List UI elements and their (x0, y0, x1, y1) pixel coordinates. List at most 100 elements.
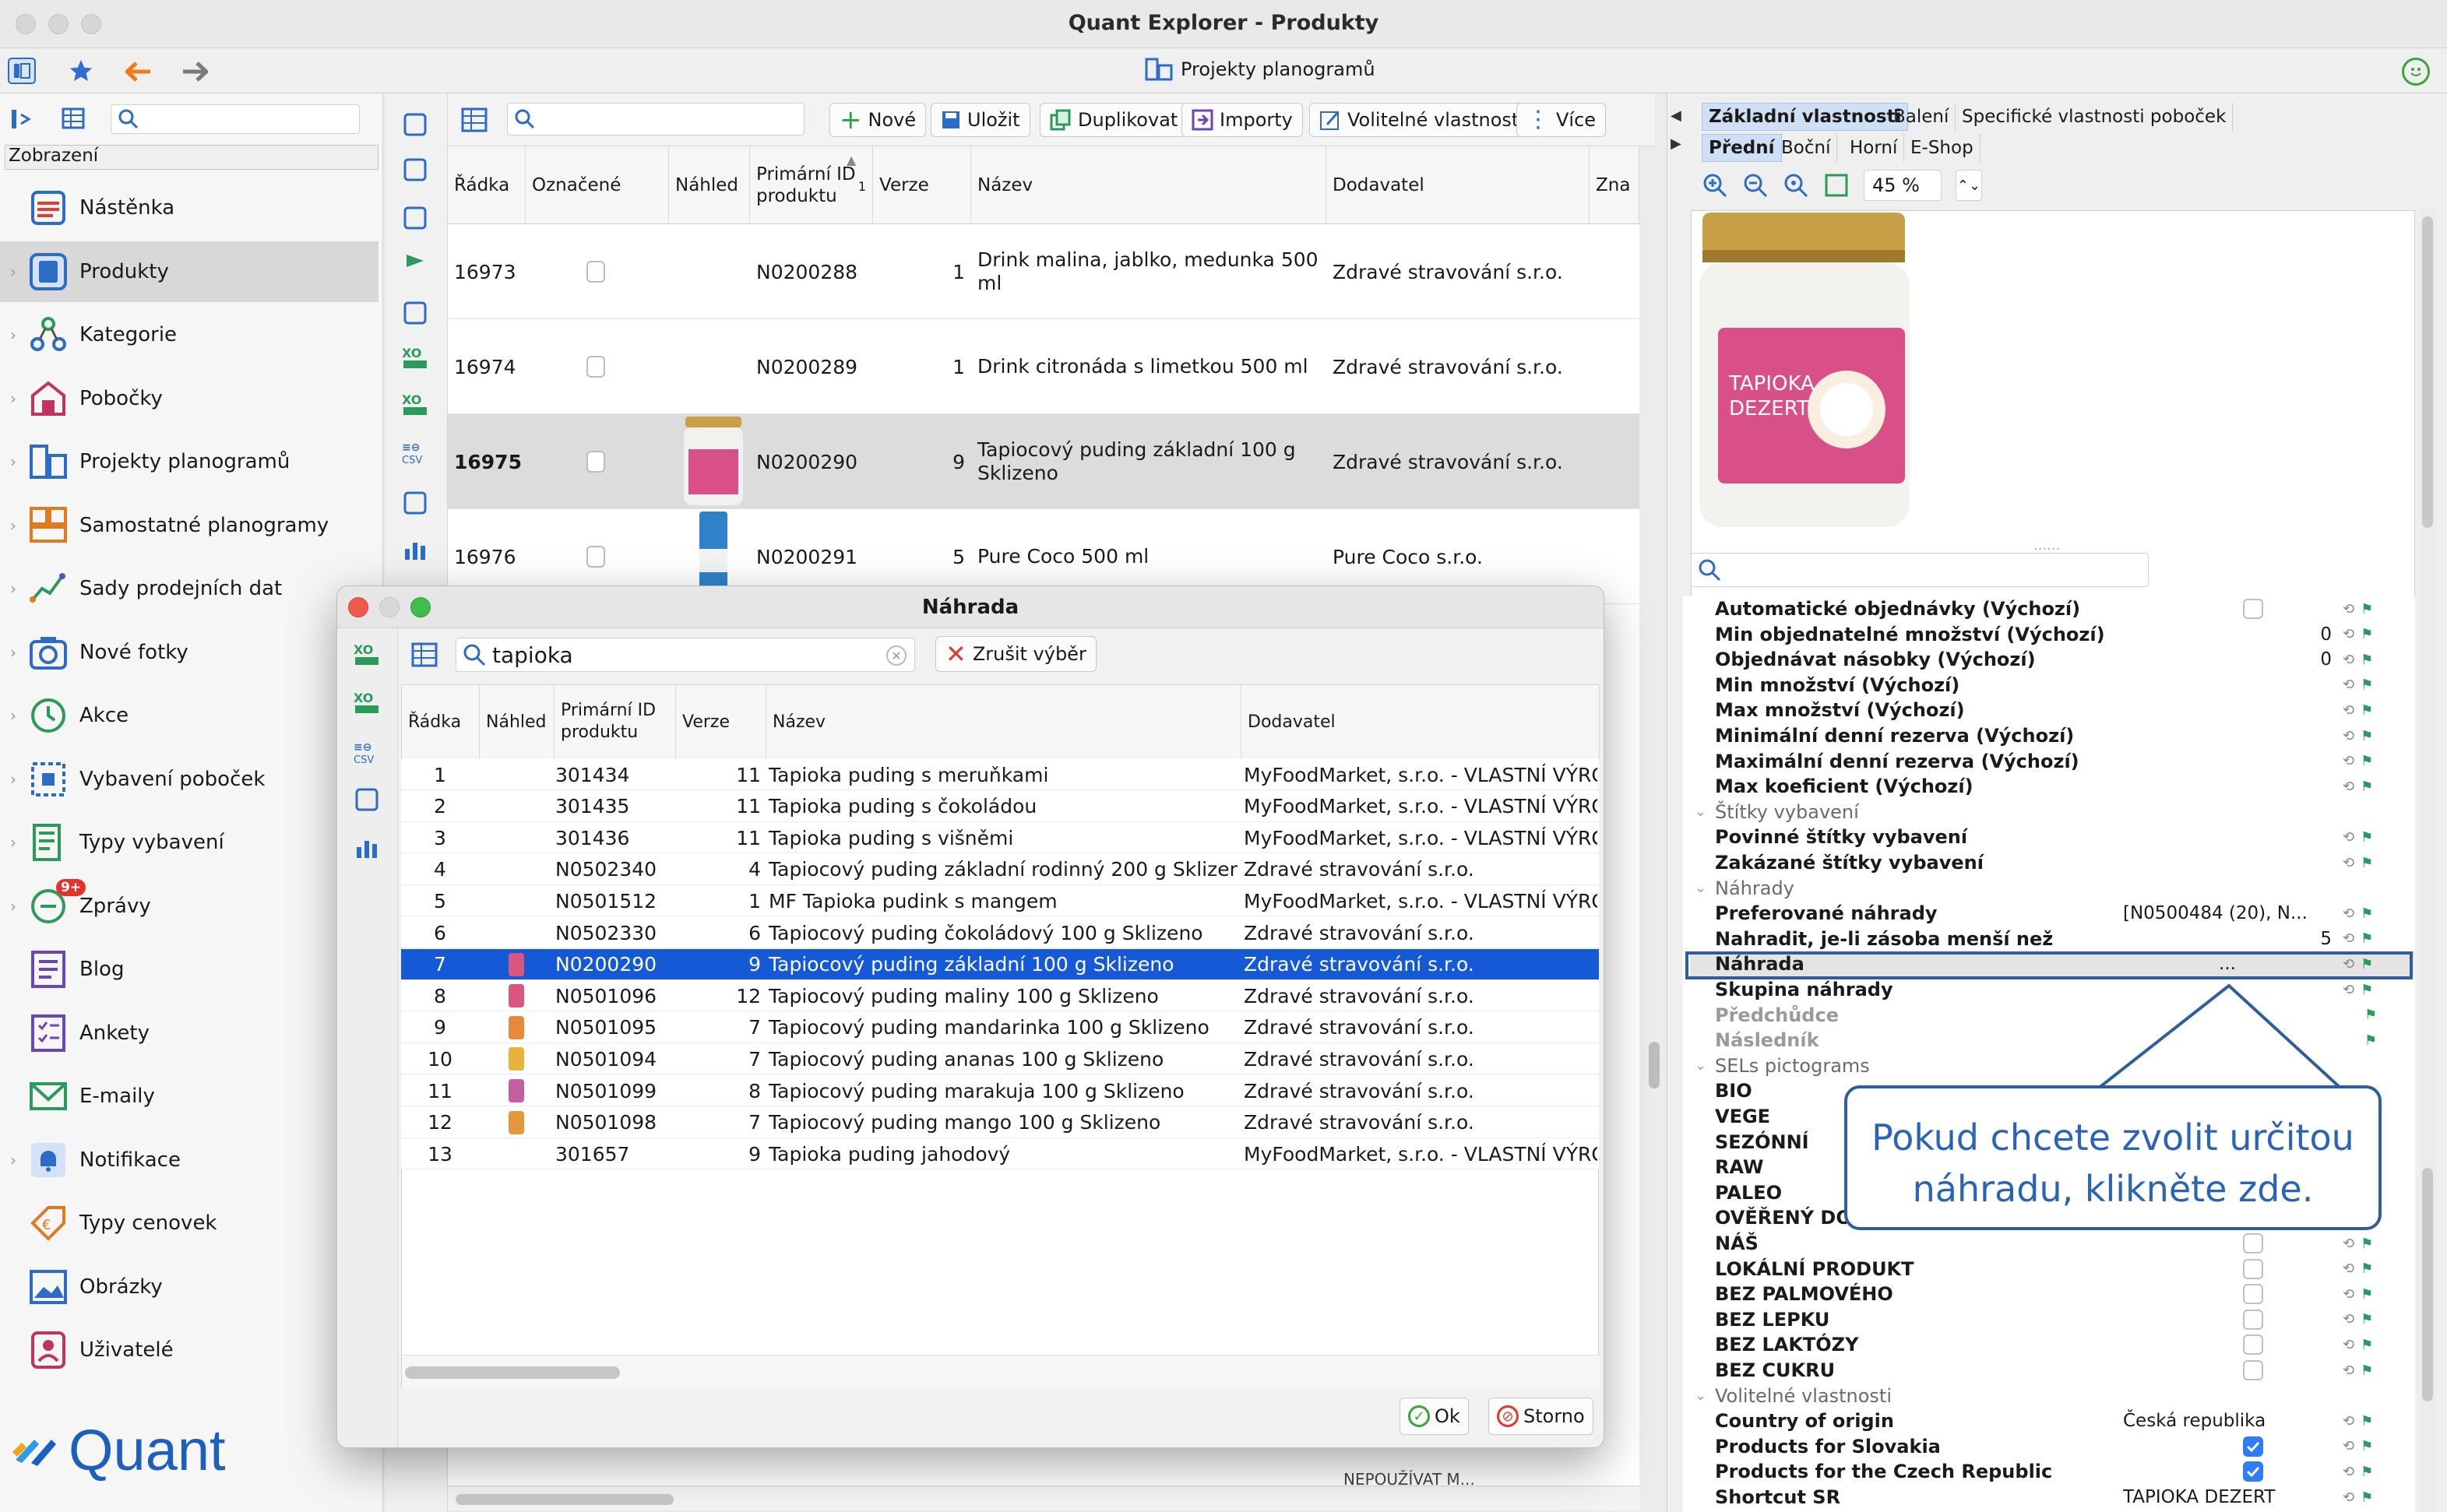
expand-chevron-icon[interactable]: › (0, 833, 26, 852)
checklist-icon[interactable] (400, 109, 431, 140)
new-button[interactable]: + Nové (829, 103, 927, 137)
properties-scrollbar[interactable] (2420, 607, 2435, 1510)
sidebar-item-planogram-projects[interactable]: › Projekty planogramů (0, 431, 378, 492)
excel-import-icon[interactable]: XO (400, 389, 431, 420)
dialog-close-button[interactable] (348, 597, 368, 617)
grid-settings-icon[interactable] (59, 104, 89, 134)
marked-checkbox[interactable] (580, 319, 611, 414)
expand-chevron-icon[interactable]: › (0, 643, 26, 662)
group-chevron-icon[interactable]: ⌄ (1695, 1387, 1706, 1404)
sidebar-item-equipment-types[interactable]: › Typy vybavení (0, 812, 378, 873)
sidebar-item-messages[interactable]: › Zprávy 9+ (0, 876, 378, 937)
forward-arrow-icon[interactable] (179, 58, 210, 86)
clear-selection-button[interactable]: ✕ Zrušit výběr (935, 636, 1097, 672)
reset-icon[interactable]: ⟲ (2343, 779, 2354, 795)
reset-icon[interactable]: ⟲ (2343, 601, 2354, 617)
back-arrow-icon[interactable] (123, 58, 154, 86)
csv-export-icon[interactable]: ≡⊖ CSV (400, 436, 431, 467)
reset-icon[interactable]: ⟲ (2343, 1236, 2354, 1252)
excel-export-icon[interactable]: XO (351, 639, 382, 670)
col-header-supplier[interactable]: Dodavatel (1326, 146, 1590, 224)
csv-export-icon[interactable]: ≡⊖ CSV (351, 736, 382, 767)
dialog-table-row[interactable]: 8 N0501096 12 Tapiocový puding maliny 100 g… (401, 980, 1599, 1012)
dialog-table-row[interactable]: 2 301435 11 Tapioka puding s čokoládou MyFoo… (401, 790, 1599, 822)
favorites-star-icon[interactable] (65, 56, 97, 86)
sidebar-item-bell[interactable]: › Notifikace (0, 1130, 378, 1190)
pin-icon[interactable]: ⚑ (2361, 1363, 2373, 1379)
property-row[interactable]: Preferované náhrady [N0500484 (20), N... ⟲… (1690, 901, 2414, 926)
pin-icon[interactable]: ⚑ (2361, 1489, 2373, 1506)
reset-icon[interactable]: ⟲ (2343, 652, 2354, 668)
tab-e-shop[interactable]: E-Shop (1904, 134, 1980, 162)
property-value[interactable]: 0 (2123, 624, 2332, 645)
property-row[interactable]: Nahradit, je-li zásoba menší než 5 ⟲ ⚑ (1690, 927, 2414, 951)
property-checkbox[interactable] (2243, 1334, 2263, 1356)
pin-icon[interactable]: ⚑ (2364, 1007, 2377, 1023)
property-row[interactable]: BEZ LEPKU ⟲ ⚑ (1690, 1307, 2414, 1332)
property-value[interactable]: Česká republika (2123, 1411, 2332, 1431)
expand-chevron-icon[interactable]: › (0, 262, 26, 281)
tab-branch-specific[interactable]: Specifické vlastnosti poboček (1956, 103, 2234, 131)
copy-icon[interactable] (400, 154, 431, 185)
property-row[interactable]: BEZ LAKTÓZY ⟲ ⚑ (1690, 1332, 2414, 1357)
property-row[interactable]: Min objednatelné množství (Výchozí) 0 ⟲ ⚑ (1690, 622, 2414, 647)
expand-chevron-icon[interactable]: › (0, 770, 26, 789)
property-checkbox[interactable] (2243, 1360, 2263, 1380)
reset-icon[interactable]: ⟲ (2343, 930, 2354, 947)
property-checkbox[interactable] (2243, 1284, 2263, 1305)
dialog-search-input[interactable]: tapioka ✕ (456, 638, 915, 672)
reset-icon[interactable]: ⟲ (2343, 982, 2354, 998)
table-settings-icon[interactable] (459, 104, 490, 135)
property-checkbox-checked[interactable] (2243, 1461, 2263, 1482)
marked-checkbox[interactable] (580, 414, 611, 509)
pin-icon[interactable]: ⚑ (2361, 1311, 2373, 1327)
pin-icon[interactable]: ⚑ (2364, 1032, 2377, 1049)
collapse-left-arrow-icon[interactable]: ◀ (1671, 107, 1681, 124)
property-value[interactable]: 5 (2123, 929, 2332, 949)
expand-chevron-icon[interactable]: › (0, 579, 26, 598)
property-row[interactable]: LOKÁLNÍ PRODUKT ⟲ ⚑ (1690, 1257, 2414, 1282)
property-row[interactable]: Minimální denní rezerva (Výchozí) ⟲ ⚑ (1690, 723, 2414, 748)
data-transfer-icon[interactable] (351, 784, 382, 815)
sidebar-item-promo[interactable]: › Akce (0, 685, 378, 746)
cancel-button[interactable]: ⊘ Storno (1488, 1398, 1593, 1435)
smiley-status-icon[interactable] (2402, 58, 2430, 86)
reset-icon[interactable]: ⟲ (2343, 956, 2354, 972)
reset-icon[interactable]: ⟲ (2343, 702, 2354, 719)
dialog-table-row[interactable]: 11 N0501099 8 Tapiocový puding marakuja 100… (401, 1075, 1599, 1106)
reset-icon[interactable]: ⟲ (2343, 1489, 2354, 1506)
sidebar-item-dashboard[interactable]: Nástěnka (0, 178, 378, 238)
property-row[interactable]: ⌄ Volitelné vlastnosti (1690, 1384, 2414, 1408)
group-chevron-icon[interactable]: ⌄ (1695, 1057, 1706, 1074)
sidebar-item-categories[interactable]: › Kategorie (0, 304, 378, 365)
col-header-primary-id[interactable]: Primární ID produktu 1 ▲ (750, 146, 873, 224)
dialog-table-row[interactable]: 1 301434 11 Tapioka puding s meruňkami MyFoo… (401, 759, 1599, 790)
expand-chevron-icon[interactable]: › (0, 1151, 26, 1169)
zoom-stepper[interactable]: ⌃⌄ (1956, 170, 1982, 201)
reset-icon[interactable]: ⟲ (2343, 1464, 2354, 1480)
pin-icon[interactable]: ⚑ (2361, 702, 2373, 719)
pin-icon[interactable]: ⚑ (2361, 1337, 2373, 1353)
pin-icon[interactable]: ⚑ (2361, 1261, 2373, 1277)
expand-chevron-icon[interactable]: › (0, 389, 26, 408)
dialog-minimize-button[interactable] (379, 597, 400, 617)
col-header-row[interactable]: Řádka (448, 146, 526, 224)
col-header-marked[interactable]: Označené (526, 146, 669, 224)
property-row[interactable]: BEZ PALMOVÉHO ⟲ ⚑ (1690, 1282, 2414, 1306)
zoom-out-icon[interactable] (1742, 172, 1769, 199)
property-row[interactable]: Maximální denní rezerva (Výchozí) ⟲ ⚑ (1690, 749, 2414, 774)
reset-icon[interactable]: ⟲ (2343, 626, 2354, 642)
property-row[interactable]: Objednávat násobky (Výchozí) 0 ⟲ ⚑ (1690, 647, 2414, 672)
data-transfer-icon[interactable] (400, 487, 431, 519)
reset-icon[interactable]: ⟲ (2343, 1413, 2354, 1429)
dialog-table-row[interactable]: 12 N0501098 7 Tapiocový puding mango 100 g … (401, 1106, 1599, 1138)
dialog-horizontal-scrollbar[interactable] (402, 1355, 1600, 1389)
sidebar-item-survey[interactable]: Ankety (0, 1003, 378, 1064)
dialog-table-row[interactable]: 3 301436 11 Tapioka puding s višněmi MyFoodM… (401, 822, 1599, 854)
property-row[interactable]: Max koeficient (Výchozí) ⟲ ⚑ (1690, 774, 2414, 799)
pin-icon[interactable]: ⚑ (2361, 626, 2373, 642)
property-row[interactable]: Min množství (Výchozí) ⟲ ⚑ (1690, 673, 2414, 698)
expand-chevron-icon[interactable]: › (0, 452, 26, 471)
dialog-table-row[interactable]: 4 N0502340 4 Tapiocový puding základní rodi… (401, 853, 1599, 885)
dcol-row[interactable]: Řádka (402, 685, 480, 758)
